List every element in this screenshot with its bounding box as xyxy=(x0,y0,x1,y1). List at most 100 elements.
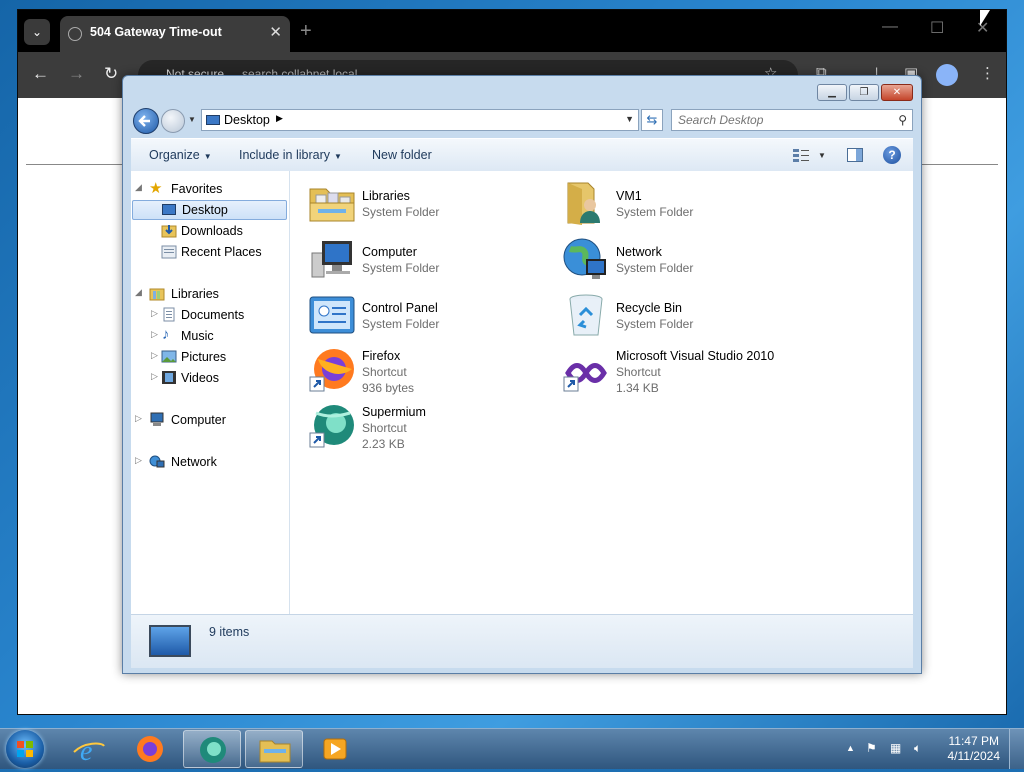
new-tab-button[interactable]: + xyxy=(300,20,312,43)
include-in-library-button[interactable]: Include in library ▼ xyxy=(239,148,342,162)
taskbar-ie-button[interactable]: e xyxy=(60,730,118,768)
nav-network[interactable]: ▷ Network xyxy=(131,452,289,472)
address-dropdown-icon[interactable]: ▼ xyxy=(625,114,634,124)
item-control-panel[interactable]: Control Panel System Folder xyxy=(308,291,548,345)
system-clock[interactable]: 11:47 PM 4/11/2024 xyxy=(948,734,1001,764)
maximize-button[interactable]: ☐ xyxy=(930,18,944,38)
collapsed-arrow-icon[interactable]: ▷ xyxy=(135,413,142,424)
new-folder-button[interactable]: New folder xyxy=(372,148,432,162)
nav-downloads[interactable]: Downloads xyxy=(131,221,289,241)
taskbar: e ▲ ⚑ ▦ 🔈︎ 11:47 PM 4/11/2024 xyxy=(0,728,1024,769)
item-recycle-bin[interactable]: Recycle Bin System Folder xyxy=(562,291,802,345)
item-visual-studio[interactable]: Microsoft Visual Studio 2010 Shortcut 1.… xyxy=(562,347,802,401)
show-hidden-icons-arrow[interactable]: ▲ xyxy=(846,743,855,753)
svg-text:e: e xyxy=(80,736,92,767)
forward-button[interactable]: → xyxy=(68,64,85,84)
pictures-icon xyxy=(161,349,177,364)
browser-tab[interactable]: 504 Gateway Time-out ✕ xyxy=(60,16,290,52)
videos-icon xyxy=(161,370,177,385)
command-bar: Organize ▼ Include in library ▼ New folder… xyxy=(131,138,913,172)
address-bar[interactable]: Desktop ▶ ▼ xyxy=(201,109,639,131)
item-computer[interactable]: Computer System Folder xyxy=(308,235,548,289)
network-globe-icon xyxy=(562,235,610,283)
tab-title: 504 Gateway Time-out xyxy=(90,25,222,39)
clock-time: 11:47 PM xyxy=(948,734,999,748)
explorer-maximize-button[interactable]: ❐ xyxy=(849,84,879,101)
back-arrow-icon[interactable] xyxy=(133,108,159,134)
explorer-window: ▁ ❐ ✕ ▼ Desktop ▶ ▼ ⇆ ⚲ Organize▼ Includ… xyxy=(122,75,922,674)
collapsed-arrow-icon[interactable]: ▷ xyxy=(151,371,158,382)
taskbar-explorer-button[interactable] xyxy=(245,730,303,768)
start-button[interactable] xyxy=(6,730,44,768)
explorer-minimize-button[interactable]: ▁ xyxy=(817,84,847,101)
organize-button[interactable]: Organize ▼ xyxy=(149,148,212,162)
libraries-icon xyxy=(149,286,165,301)
item-libraries[interactable]: Libraries System Folder xyxy=(308,179,548,233)
explorer-close-button[interactable]: ✕ xyxy=(881,84,913,101)
collapsed-arrow-icon[interactable]: ▷ xyxy=(151,329,158,340)
clock-date: 4/11/2024 xyxy=(947,749,1001,763)
libraries-folder-icon xyxy=(308,179,356,227)
nav-computer[interactable]: ▷ Computer xyxy=(131,410,289,430)
expand-arrow-icon[interactable]: ◢ xyxy=(135,182,142,193)
nav-pictures[interactable]: ▷ Pictures xyxy=(131,347,289,367)
downloads-folder-icon xyxy=(161,223,177,238)
visual-studio-icon xyxy=(562,347,610,395)
action-center-flag-icon[interactable]: ⚑ xyxy=(866,741,877,755)
breadcrumb-desktop[interactable]: Desktop xyxy=(224,113,270,127)
menu-icon[interactable]: ⋮ xyxy=(980,64,995,82)
desktop-icon xyxy=(162,204,176,215)
minimize-button[interactable]: — xyxy=(882,18,898,36)
volume-muted-icon[interactable]: 🔈︎ xyxy=(914,741,921,756)
profile-avatar-icon[interactable] xyxy=(936,64,958,86)
reload-button[interactable]: ↻ xyxy=(104,64,118,84)
control-panel-icon xyxy=(308,291,356,339)
details-pane: 9 items xyxy=(131,614,913,668)
forward-arrow-icon[interactable] xyxy=(161,109,185,133)
documents-icon xyxy=(161,307,177,322)
search-icon[interactable]: ⚲ xyxy=(898,113,907,127)
nav-favorites[interactable]: ◢ ★ Favorites xyxy=(131,179,289,199)
collapsed-arrow-icon[interactable]: ▷ xyxy=(151,350,158,361)
close-tab-icon[interactable]: ✕ xyxy=(269,23,282,41)
nav-recent-places[interactable]: Recent Places xyxy=(131,242,289,262)
taskbar-firefox-button[interactable] xyxy=(121,730,179,768)
expand-arrow-icon[interactable]: ◢ xyxy=(135,287,142,298)
item-vm1[interactable]: VM1 System Folder xyxy=(562,179,802,233)
preview-pane-icon[interactable] xyxy=(847,148,863,165)
desktop-large-icon xyxy=(149,625,191,657)
back-button[interactable]: ← xyxy=(32,64,49,84)
help-icon[interactable]: ? xyxy=(883,146,901,164)
browser-tab-strip: ⌄ 504 Gateway Time-out ✕ + — ☐ ✕ xyxy=(18,10,1006,52)
taskbar-supermium-button[interactable] xyxy=(183,730,241,768)
search-input[interactable] xyxy=(678,113,878,127)
change-view-icon[interactable] xyxy=(793,148,811,165)
collapsed-arrow-icon[interactable]: ▷ xyxy=(151,308,158,319)
navigation-pane: ◢ ★ Favorites Desktop Downloads Recent P… xyxy=(131,171,290,614)
nav-videos[interactable]: ▷ Videos xyxy=(131,368,289,388)
nav-music[interactable]: ▷ ♪ Music xyxy=(131,326,289,346)
view-dropdown-icon[interactable]: ▼ xyxy=(818,151,826,160)
breadcrumb-arrow-icon[interactable]: ▶ xyxy=(276,113,283,124)
desktop-location-icon xyxy=(206,115,220,125)
computer-icon xyxy=(308,235,356,283)
search-box[interactable]: ⚲ xyxy=(671,109,913,131)
network-tray-icon[interactable]: ▦ xyxy=(890,741,901,755)
show-desktop-button[interactable] xyxy=(1009,729,1024,769)
tab-search-button[interactable]: ⌄ xyxy=(24,19,50,45)
recent-pages-dropdown-icon[interactable]: ▼ xyxy=(188,115,196,124)
nav-libraries[interactable]: ◢ Libraries xyxy=(131,284,289,304)
taskbar-media-player-button[interactable] xyxy=(307,730,365,768)
refresh-button[interactable]: ⇆ xyxy=(641,109,663,131)
item-firefox[interactable]: Firefox Shortcut 936 bytes xyxy=(308,347,548,401)
recycle-bin-icon xyxy=(562,291,610,339)
collapsed-arrow-icon[interactable]: ▷ xyxy=(135,455,142,466)
nav-desktop[interactable]: Desktop xyxy=(132,200,287,220)
network-icon xyxy=(149,454,165,469)
mouse-cursor xyxy=(980,10,990,26)
computer-icon xyxy=(149,412,165,427)
nav-documents[interactable]: ▷ Documents xyxy=(131,305,289,325)
item-supermium[interactable]: Supermium Shortcut 2.23 KB xyxy=(308,403,548,457)
item-count: 9 items xyxy=(209,625,250,639)
item-network[interactable]: Network System Folder xyxy=(562,235,802,289)
